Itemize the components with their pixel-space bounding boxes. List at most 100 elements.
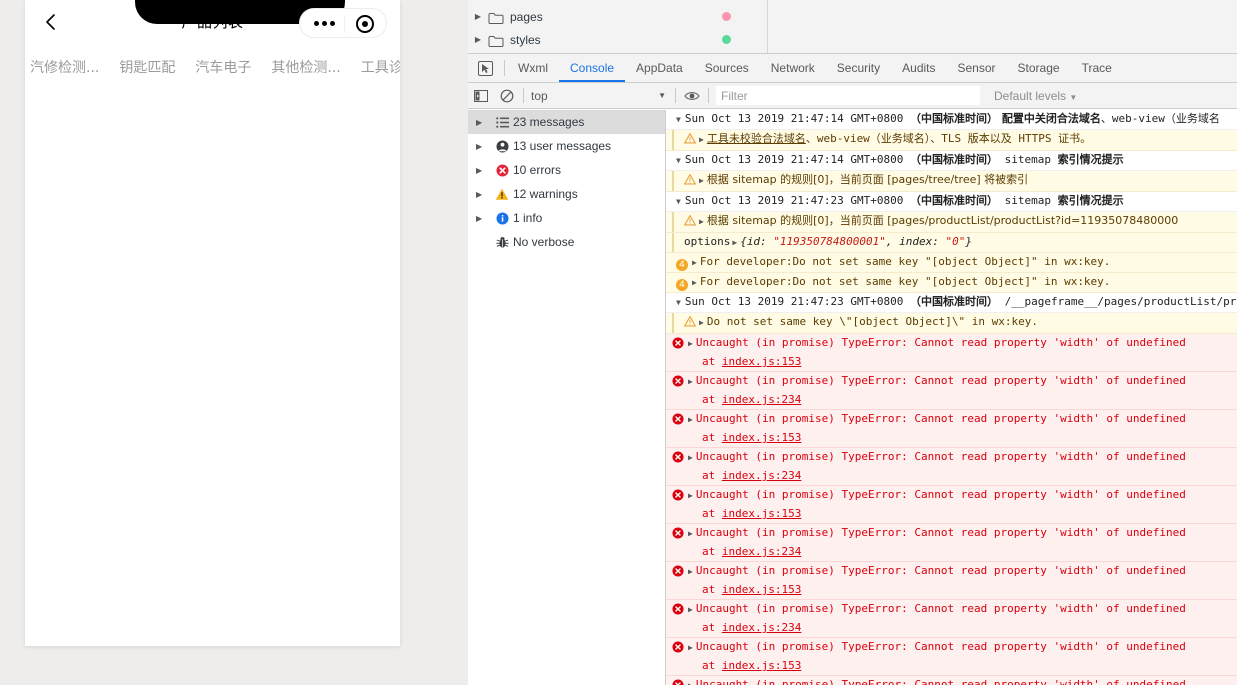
expand-triangle-icon[interactable]: ▶ — [476, 214, 491, 223]
error-source-link[interactable]: index.js:153 — [722, 583, 801, 596]
sidebar-item-info[interactable]: ▶ 1 info — [468, 206, 665, 230]
expand-triangle-icon[interactable]: ▶ — [688, 605, 693, 614]
error-message: Uncaught (in promise) TypeError: Cannot … — [695, 526, 1186, 539]
expand-triangle-icon[interactable]: ▶ — [688, 643, 693, 652]
sidebar-item-all-messages[interactable]: ▶ 23 messages — [468, 110, 665, 134]
expand-triangle-icon[interactable]: ▶ — [688, 415, 693, 424]
error-source-link[interactable]: index.js:234 — [722, 393, 801, 406]
app-root: 产品列表 汽修检测... 钥匙匹配 汽车电子 其他检测... 工具诊 ▶ pag… — [0, 0, 1237, 685]
console-warning-row[interactable]: 4 ▶ For developer:Do not set same key "[ob… — [666, 273, 1237, 293]
expand-triangle-icon[interactable]: ▶ — [699, 176, 704, 185]
sidebar-item-errors[interactable]: ▶ 10 errors — [468, 158, 665, 182]
error-source-link[interactable]: index.js:153 — [722, 431, 801, 444]
console-warning-row[interactable]: ▶ 工具未校验合法域名、web-view（业务域名）、TLS 版本以及 HTTPS… — [666, 130, 1237, 151]
tab-network[interactable]: Network — [760, 54, 826, 82]
expand-triangle-icon[interactable]: ▶ — [468, 12, 488, 21]
console-error-row[interactable]: ▶Uncaught (in promise) TypeError: Cannot… — [666, 410, 1237, 448]
log-level-select[interactable]: Default levels ▼ — [994, 89, 1077, 103]
clear-console-icon[interactable] — [494, 83, 520, 108]
expand-triangle-icon[interactable]: ▶ — [699, 135, 704, 144]
console-error-row[interactable]: ▶Uncaught (in promise) TypeError: Cannot… — [666, 638, 1237, 676]
error-source-link[interactable]: index.js:234 — [722, 545, 801, 558]
expand-triangle-icon[interactable]: ▶ — [468, 35, 488, 44]
sidebar-item-user-messages[interactable]: ▶ 13 user messages — [468, 134, 665, 158]
expand-triangle-icon[interactable]: ▶ — [688, 491, 693, 500]
error-source-link[interactable]: index.js:234 — [722, 621, 801, 634]
expand-triangle-icon[interactable]: ▶ — [732, 238, 737, 247]
collapse-triangle-icon[interactable]: ▼ — [676, 197, 681, 206]
error-source-link[interactable]: index.js:153 — [722, 507, 801, 520]
console-log-list[interactable]: ▼ Sun Oct 13 2019 21:47:14 GMT+0800 （中国标准… — [666, 110, 1237, 685]
console-group-header[interactable]: ▼ Sun Oct 13 2019 21:47:14 GMT+0800 （中国标准… — [666, 110, 1237, 130]
expand-triangle-icon[interactable]: ▶ — [688, 567, 693, 576]
category-tab[interactable]: 钥匙匹配 — [109, 57, 185, 77]
tab-appdata[interactable]: AppData — [625, 54, 694, 82]
expand-triangle-icon[interactable]: ▶ — [688, 529, 693, 538]
more-dots-icon[interactable] — [314, 21, 335, 26]
console-error-row[interactable]: ▶Uncaught (in promise) TypeError: Cannot… — [666, 600, 1237, 638]
expand-triangle-icon[interactable]: ▶ — [688, 681, 693, 685]
tab-sensor[interactable]: Sensor — [947, 54, 1007, 82]
category-tab[interactable]: 工具诊 — [351, 57, 400, 77]
collapse-triangle-icon[interactable]: ▼ — [676, 156, 681, 165]
category-tab[interactable]: 汽修检测... — [25, 57, 109, 77]
live-expression-icon[interactable] — [679, 83, 705, 108]
console-options-row[interactable]: options ▶ {id: "119350784800001", index: "… — [666, 233, 1237, 253]
expand-triangle-icon[interactable]: ▶ — [688, 453, 693, 462]
error-source-link[interactable]: index.js:234 — [722, 469, 801, 482]
collapse-triangle-icon[interactable]: ▼ — [676, 298, 681, 307]
console-warning-row[interactable]: ▶ 根据 sitemap 的规则[0]，当前页面 [pages/productLi… — [666, 212, 1237, 233]
console-filter-input[interactable] — [716, 86, 980, 105]
expand-triangle-icon[interactable]: ▶ — [692, 258, 697, 267]
stack-at: at — [702, 545, 722, 558]
warning-icon — [683, 214, 697, 231]
error-icon — [491, 164, 513, 177]
execution-context-select[interactable]: top ▼ — [527, 83, 672, 108]
expand-triangle-icon[interactable]: ▶ — [476, 142, 491, 151]
expand-triangle-icon[interactable]: ▶ — [688, 377, 693, 386]
tab-trace[interactable]: Trace — [1071, 54, 1123, 82]
tab-console[interactable]: Console — [559, 54, 626, 82]
console-error-row[interactable]: ▶Uncaught (in promise) TypeError: Cannot… — [666, 562, 1237, 600]
console-warning-row[interactable]: ▶ 根据 sitemap 的规则[0]，当前页面 [pages/tree/tree… — [666, 171, 1237, 192]
expand-triangle-icon[interactable]: ▶ — [699, 217, 704, 226]
target-circle-icon[interactable] — [356, 15, 374, 33]
console-error-row[interactable]: ▶Uncaught (in promise) TypeError: Cannot… — [666, 372, 1237, 410]
error-message: Uncaught (in promise) TypeError: Cannot … — [695, 640, 1186, 653]
tab-security[interactable]: Security — [826, 54, 891, 82]
tab-sources[interactable]: Sources — [694, 54, 760, 82]
category-tab-strip[interactable]: 汽修检测... 钥匙匹配 汽车电子 其他检测... 工具诊 — [25, 50, 400, 84]
console-error-row[interactable]: ▶Uncaught (in promise) TypeError: Cannot… — [666, 524, 1237, 562]
console-group-header[interactable]: ▼ Sun Oct 13 2019 21:47:23 GMT+0800 （中国标准… — [666, 293, 1237, 313]
expand-triangle-icon[interactable]: ▶ — [476, 118, 491, 127]
console-warning-row[interactable]: ▶ Do not set same key \"[object Object]\"… — [666, 313, 1237, 334]
console-error-row[interactable]: ▶Uncaught (in promise) TypeError: Cannot… — [666, 448, 1237, 486]
expand-triangle-icon[interactable]: ▶ — [692, 278, 697, 287]
category-tab[interactable]: 其他检测... — [261, 57, 350, 77]
inspect-element-icon[interactable] — [468, 54, 502, 82]
console-warning-row[interactable]: 4 ▶ For developer:Do not set same key "[ob… — [666, 253, 1237, 273]
expand-triangle-icon[interactable]: ▶ — [699, 318, 704, 327]
expand-triangle-icon[interactable]: ▶ — [476, 190, 491, 199]
tab-storage[interactable]: Storage — [1007, 54, 1071, 82]
collapse-triangle-icon[interactable]: ▼ — [676, 115, 681, 124]
log-text: 根据 sitemap 的规则[0]，当前页面 [pages/tree/tree]… — [706, 173, 1029, 186]
expand-triangle-icon[interactable]: ▶ — [476, 166, 491, 175]
console-group-header[interactable]: ▼ Sun Oct 13 2019 21:47:23 GMT+0800 （中国标准… — [666, 192, 1237, 212]
sidebar-item-warnings[interactable]: ▶ 12 warnings — [468, 182, 665, 206]
console-error-row[interactable]: ▶Uncaught (in promise) TypeError: Cannot… — [666, 486, 1237, 524]
error-source-link[interactable]: index.js:153 — [722, 659, 801, 672]
console-error-row[interactable]: ▶Uncaught (in promise) TypeError: Cannot… — [666, 676, 1237, 685]
show-console-sidebar-icon[interactable] — [468, 83, 494, 108]
error-source-link[interactable]: index.js:153 — [722, 355, 801, 368]
log-text: For developer:Do not set same key "[obje… — [699, 275, 1111, 288]
category-tab[interactable]: 汽车电子 — [185, 57, 261, 77]
tab-audits[interactable]: Audits — [891, 54, 946, 82]
tab-wxml[interactable]: Wxml — [507, 54, 559, 82]
sidebar-item-label: 1 info — [513, 211, 543, 225]
console-group-header[interactable]: ▼ Sun Oct 13 2019 21:47:14 GMT+0800 （中国标准… — [666, 151, 1237, 171]
options-label: options — [684, 235, 731, 248]
expand-triangle-icon[interactable]: ▶ — [688, 339, 693, 348]
sidebar-item-verbose[interactable]: No verbose — [468, 230, 665, 254]
console-error-row[interactable]: ▶Uncaught (in promise) TypeError: Cannot… — [666, 334, 1237, 372]
